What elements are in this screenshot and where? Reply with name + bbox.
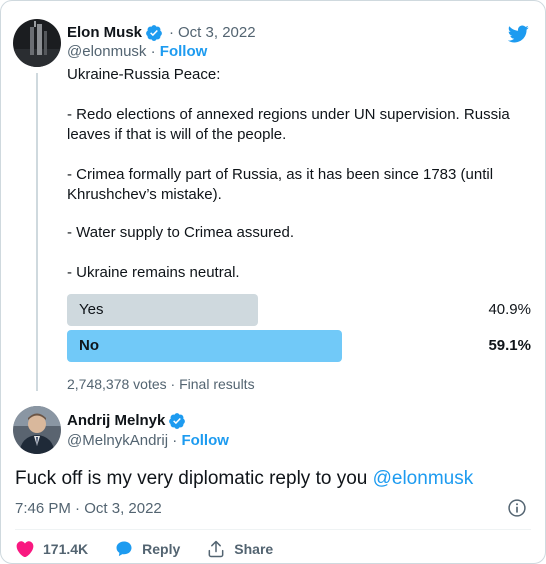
reply-button[interactable]: Reply <box>114 539 180 559</box>
share-button[interactable]: Share <box>206 539 273 559</box>
reply-tweet-header: Andrij Melnyk <box>67 411 186 431</box>
author-handle[interactable]: @elonmusk <box>67 43 146 60</box>
twitter-bird-icon[interactable] <box>505 23 531 45</box>
like-count: 171.4K <box>43 541 89 557</box>
follow-button[interactable]: Follow <box>181 432 229 449</box>
poll-summary: 2,748,378 votes · Final results <box>67 375 255 393</box>
quoted-tweet-handle-row: @elonmusk · Follow <box>67 42 207 62</box>
heart-icon <box>16 541 34 558</box>
poll-status: Final results <box>179 376 255 392</box>
tweet-paragraph: Ukraine-Russia Peace: <box>67 66 221 83</box>
like-button[interactable]: 171.4K <box>15 539 88 559</box>
share-upload-icon <box>208 540 224 558</box>
handle-separator: · <box>172 432 178 449</box>
thread-connector-line <box>36 73 38 391</box>
author-name[interactable]: Andrij Melnyk <box>67 411 165 431</box>
reply-timestamp[interactable]: 7:46 PM · Oct 3, 2022 <box>15 499 162 519</box>
andrij-melnyk-avatar[interactable] <box>13 406 61 454</box>
poll-option-percent: 59.1% <box>488 337 531 354</box>
tweet-paragraph: - Water supply to Crimea assured. <box>67 224 295 241</box>
follow-button[interactable]: Follow <box>160 43 208 60</box>
reply-tweet-text: Fuck off is my very diplomatic reply to … <box>15 466 473 492</box>
tweet-actions-bar: 171.4K Reply Share <box>15 539 299 559</box>
elon-musk-avatar[interactable] <box>13 19 61 67</box>
verified-badge-icon <box>169 413 186 429</box>
info-icon[interactable] <box>507 498 527 518</box>
quoted-tweet-header: Elon Musk · Oct 3, 2022 <box>67 23 256 43</box>
mention-link[interactable]: @elonmusk <box>373 468 474 489</box>
reply-text: Fuck off is my very diplomatic reply to … <box>15 468 368 489</box>
reply-tweet-handle-row: @MelnykAndrij · Follow <box>67 431 229 451</box>
reply-time: 7:46 PM <box>15 500 71 517</box>
tweet-paragraph: - Crimea formally part of Russia, as it … <box>67 166 498 203</box>
tweet-date[interactable]: Oct 3, 2022 <box>178 23 256 43</box>
poll-option-percent: 40.9% <box>488 301 531 318</box>
reply-date: Oct 3, 2022 <box>84 500 162 517</box>
poll-option-label: Yes <box>79 301 104 318</box>
poll-option-no: No 59.1% <box>67 330 533 362</box>
poll-vote-count: 2,748,378 votes <box>67 376 167 392</box>
actions-divider <box>15 529 531 530</box>
verified-badge-icon <box>146 25 162 41</box>
comment-bubble-icon <box>116 541 132 557</box>
reply-label: Reply <box>142 541 181 557</box>
poll-option-label: No <box>79 337 99 354</box>
share-label: Share <box>234 541 274 557</box>
poll-bar-no <box>67 330 342 362</box>
tweet-embed-card: Elon Musk · Oct 3, 2022 @elonmusk · Foll… <box>0 0 546 564</box>
poll-meta-separator: · <box>170 376 176 392</box>
author-name[interactable]: Elon Musk <box>67 23 142 43</box>
poll-option-yes: Yes 40.9% <box>67 294 533 326</box>
tweet-paragraph: - Redo elections of annexed regions unde… <box>67 106 514 143</box>
date-separator: · <box>169 24 175 41</box>
tweet-paragraph: - Ukraine remains neutral. <box>67 264 240 281</box>
time-separator: · <box>75 500 81 517</box>
author-handle[interactable]: @MelnykAndrij <box>67 432 168 449</box>
handle-separator: · <box>150 43 156 60</box>
